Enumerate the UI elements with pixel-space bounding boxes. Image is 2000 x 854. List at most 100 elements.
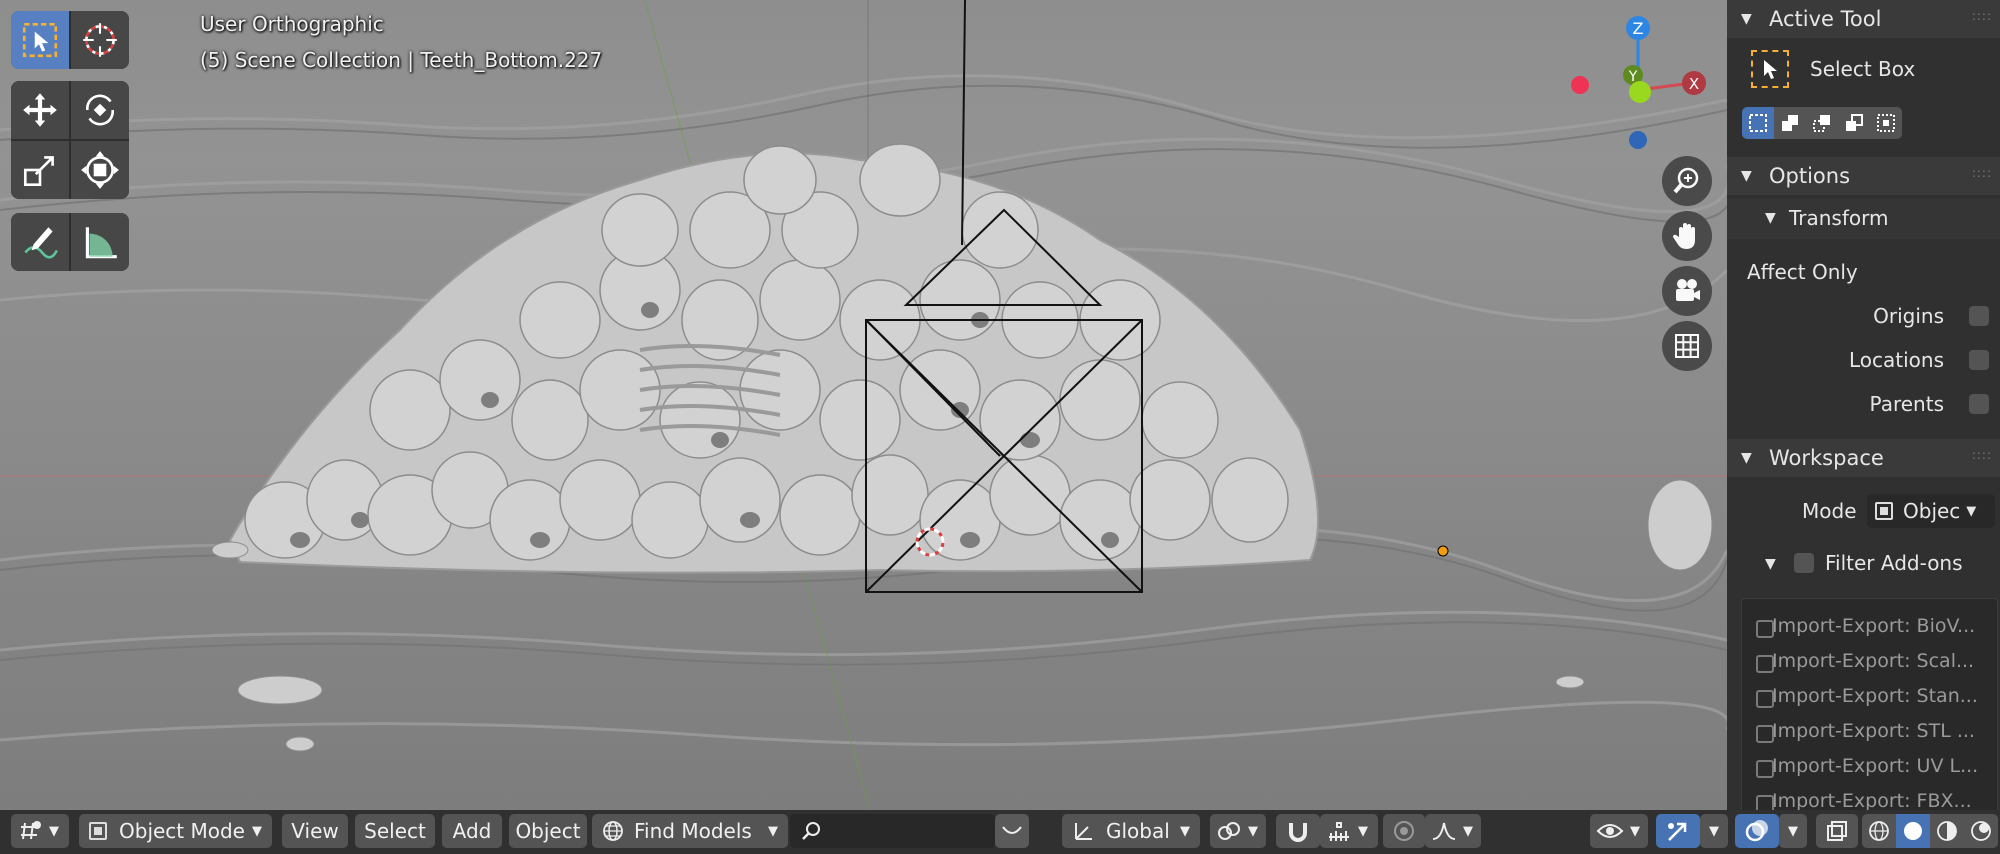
editor-type-select[interactable]: ▼ [11,814,69,848]
annotate-tool[interactable] [11,213,69,271]
list-item[interactable]: Import-Export: STL ... [1772,720,1975,742]
rotate-tool[interactable] [71,81,129,139]
material-sphere-icon [1937,821,1957,841]
collection-info: (5) Scene Collection | Teeth_Bottom.227 [200,48,603,72]
chevron-down-icon: ▼ [1180,823,1190,839]
list-item[interactable]: Import-Export: UV L... [1772,755,1978,777]
select-extend-icon[interactable] [1774,107,1806,139]
gizmo-z-label: Z [1633,19,1644,38]
pan-button[interactable] [1662,211,1712,261]
select-difference-icon[interactable] [1838,107,1870,139]
wireframe-shading-button[interactable] [1862,814,1896,848]
cursor-tool[interactable] [71,11,129,69]
list-item[interactable]: Import-Export: BioV... [1772,615,1975,637]
chevron-down-icon: ▼ [1248,823,1258,839]
workspace-header[interactable]: ▼ Workspace :::: [1727,439,2000,477]
search-options-button[interactable] [995,814,1029,848]
proportional-edit-icon [1394,821,1414,841]
magnet-icon [1289,823,1307,842]
list-item[interactable]: Import-Export: Scal... [1772,650,1974,672]
chevron-down-icon: ▼ [1358,823,1368,839]
add-menu[interactable]: Add [442,814,502,848]
options-header[interactable]: ▼ Options :::: [1727,157,2000,195]
gizmo-icon [1668,822,1687,841]
gizmo-x-label: X [1689,75,1699,93]
visibility-select[interactable]: ▼ [1590,814,1648,848]
list-item[interactable]: Import-Export: FBX... [1772,790,1972,810]
object-mode-label: Object Mode [119,819,245,843]
rendered-shading-button[interactable] [1964,814,1998,848]
active-tool-name: Select Box [1810,57,1916,81]
list-item[interactable]: Import-Export: Stan... [1772,685,1978,707]
search-icon [802,822,820,840]
camera-view-button[interactable] [1662,266,1712,316]
addons-list[interactable]: Import-Export: BioV... Import-Export: Sc… [1741,598,1998,810]
gizmo-options-dropdown[interactable]: ▼ [1700,814,1728,848]
viewport-header: ▼ Object Mode ▼ View Select Add Object F… [0,810,2000,854]
affect-only-label: Affect Only [1747,260,1858,284]
gizmo-toggle[interactable] [1656,814,1700,848]
move-tool[interactable] [11,81,69,139]
zoom-button[interactable] [1662,156,1712,206]
origins-label: Origins [1873,304,1944,328]
select-subtract-icon[interactable] [1806,107,1838,139]
view-menu[interactable]: View [282,814,348,848]
mode-label: Mode [1802,499,1857,523]
find-models-select[interactable]: Find Models ▼ [592,814,788,848]
mode-select[interactable]: Objec ▼ [1867,494,1995,528]
snap-target-select[interactable]: ▼ [1320,814,1378,848]
snap-increment-icon [1329,822,1349,841]
falloff-curve-icon [1432,822,1456,840]
falloff-select[interactable]: ▼ [1425,814,1481,848]
scene-render [0,0,1727,810]
object-menu[interactable]: Object [509,814,587,848]
snap-toggle[interactable] [1276,814,1320,848]
select-new-icon[interactable] [1742,107,1774,139]
drag-grip-icon[interactable]: :::: [1972,166,1992,180]
chevron-down-icon: ▼ [1463,823,1473,839]
transform-icon [81,151,119,189]
sidebar-panel: ▼ Active Tool :::: Select Box ▼ Options … [1727,0,2000,810]
overlays-toggle[interactable] [1735,814,1779,848]
transform-orientation-select[interactable]: Global ▼ [1062,814,1200,848]
select-mode-group [1742,107,1902,139]
options-title: Options [1769,164,1851,188]
parents-checkbox[interactable] [1969,394,1989,414]
select-box-icon [22,22,58,58]
object-mode-select[interactable]: Object Mode ▼ [79,814,272,848]
transform-subheader[interactable]: ▼ Transform [1727,199,2000,239]
active-tool-header[interactable]: ▼ Active Tool :::: [1727,0,2000,38]
search-input[interactable] [790,814,995,848]
navigation-gizmo[interactable]: Z Y X [1560,10,1720,150]
cursor-icon [83,23,117,57]
drag-grip-icon[interactable]: :::: [1972,9,1992,23]
scale-tool[interactable] [11,141,69,199]
select-menu[interactable]: Select [355,814,435,848]
pivot-point-select[interactable]: ▼ [1210,814,1266,848]
select-box-tool[interactable] [11,11,69,69]
solid-shading-button[interactable] [1896,814,1930,848]
rotate-icon [86,94,114,126]
select-box-tool-icon [1751,50,1789,88]
origins-checkbox[interactable] [1969,306,1989,326]
select-intersect-icon[interactable] [1870,107,1902,139]
move-icon [23,93,57,127]
transform-tool[interactable] [71,141,129,199]
parents-label: Parents [1869,392,1944,416]
grid-icon [1675,334,1699,358]
toolbar-select-group [11,11,129,69]
filter-addons-checkbox[interactable] [1794,553,1814,573]
ortho-toggle-button[interactable] [1662,321,1712,371]
xray-toggle[interactable] [1816,814,1858,848]
material-shading-button[interactable] [1930,814,1964,848]
chevron-down-icon: ▼ [49,823,59,839]
3d-viewport[interactable]: User Orthographic (5) Scene Collection |… [0,0,1727,810]
overlays-options-dropdown[interactable]: ▼ [1779,814,1807,848]
scale-icon [23,156,54,187]
expand-triangle-icon: ▼ [1741,11,1752,27]
proportional-editing-toggle[interactable] [1383,814,1425,848]
drag-grip-icon[interactable]: :::: [1972,448,1992,462]
measure-tool[interactable] [71,213,129,271]
hand-icon [1672,223,1695,249]
locations-checkbox[interactable] [1969,350,1989,370]
